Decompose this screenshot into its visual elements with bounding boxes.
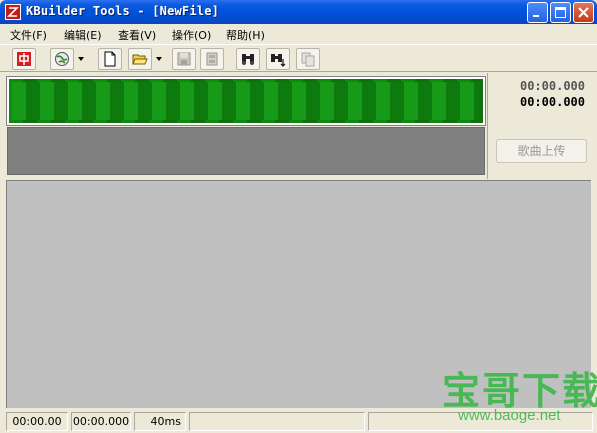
title-bar[interactable]: KBuilder Tools - [NewFile]: [0, 0, 597, 24]
panel-divider: [487, 73, 488, 179]
waveform-bars: [12, 82, 480, 120]
find-button[interactable]: [236, 48, 260, 70]
minimize-button[interactable]: [527, 2, 548, 23]
menu-file[interactable]: 文件(F): [10, 27, 47, 43]
status-position: 00:00.00: [6, 412, 68, 431]
lyrics-track-panel[interactable]: [7, 127, 485, 175]
chinese-mode-button[interactable]: [12, 48, 36, 70]
menu-view[interactable]: 查看(V): [118, 27, 156, 43]
save-button[interactable]: [172, 48, 196, 70]
song-upload-button[interactable]: 歌曲上传: [496, 139, 587, 163]
current-time-display: 00:00.000: [519, 79, 585, 93]
status-length: 00:00.000: [71, 412, 131, 431]
total-time-display: 00:00.000: [519, 95, 585, 109]
menu-edit[interactable]: 编辑(E): [64, 27, 102, 43]
new-file-button[interactable]: [98, 48, 122, 70]
status-interval: 40ms: [134, 412, 186, 431]
globe-button[interactable]: [50, 48, 74, 70]
app-icon: [5, 4, 21, 20]
watermark-url: www.baoge.net: [458, 407, 561, 424]
menu-operation[interactable]: 操作(O): [172, 27, 211, 43]
menu-help[interactable]: 帮助(H): [226, 27, 265, 43]
globe-dropdown[interactable]: [76, 48, 86, 70]
menu-bar: 文件(F) 编辑(E) 查看(V) 操作(O) 帮助(H): [0, 24, 597, 44]
open-dropdown[interactable]: [154, 48, 164, 70]
save-as-button[interactable]: [200, 48, 224, 70]
find-next-button[interactable]: [266, 48, 290, 70]
window-title: KBuilder Tools - [NewFile]: [26, 4, 220, 18]
toolbar: [0, 44, 597, 72]
copy-button[interactable]: [296, 48, 320, 70]
open-button[interactable]: [128, 48, 152, 70]
status-field: [189, 412, 365, 431]
maximize-button[interactable]: [550, 2, 571, 23]
close-button[interactable]: [573, 2, 594, 23]
waveform-display[interactable]: [6, 76, 486, 126]
